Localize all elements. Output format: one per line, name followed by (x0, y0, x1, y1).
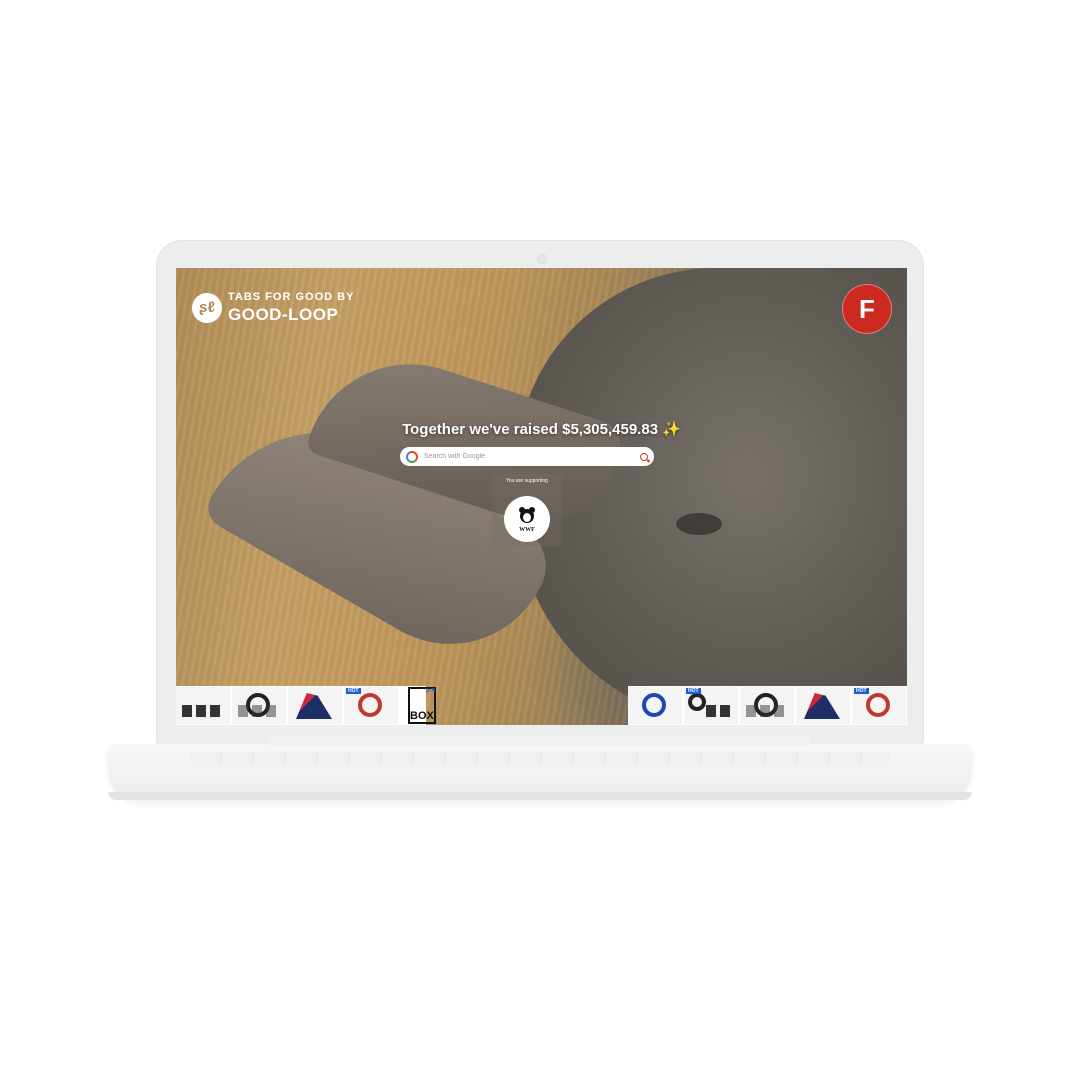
raised-total-headline: Together we've raised $5,305,459.83 ✨ (176, 420, 907, 438)
ad-banner-right[interactable]: HOT HOT (628, 686, 907, 725)
hot-badge: HOT (854, 688, 869, 694)
hot-badge: HOT (686, 688, 701, 694)
webcam (537, 254, 547, 264)
ad-product-wheel[interactable] (232, 687, 286, 724)
ad-product-pedals[interactable] (176, 687, 230, 724)
good-loop-logo-icon: ʂℓ (192, 292, 222, 323)
ad-product-pedals-hot[interactable]: HOT (684, 687, 738, 724)
background-rhino-eye (676, 513, 722, 535)
charity-card[interactable]: You are supporting WWF (492, 474, 562, 546)
laptop-base-edge (108, 792, 972, 800)
charity-card-label: You are supporting (506, 478, 548, 484)
search-input[interactable] (424, 449, 640, 464)
search-icon[interactable] (640, 452, 648, 461)
brand-name: GOOD-LOOP (228, 305, 339, 324)
ad-product-wheel-hot[interactable]: HOT (852, 687, 906, 724)
adchoices-icon[interactable]: ▷✕ (426, 687, 436, 694)
sparkle-icon: ✨ (662, 421, 681, 438)
ad-product-seat[interactable] (288, 687, 342, 724)
brand-logo-link[interactable]: ʂℓ TABS FOR GOOD BY GOOD-LOOP (192, 292, 354, 323)
laptop-keyboard (190, 752, 890, 766)
google-search-bar[interactable] (400, 447, 654, 466)
google-logo-icon (406, 450, 418, 463)
ad-banner-left[interactable]: HOT BOX ▷✕ (176, 686, 436, 725)
brand-text: TABS FOR GOOD BY GOOD-LOOP (228, 291, 355, 324)
wwf-panda-icon (517, 506, 537, 526)
laptop-hinge (268, 736, 810, 746)
ad-product-seat[interactable] (796, 687, 850, 724)
charity-name: WWF (519, 526, 535, 533)
brand-tagline: TABS FOR GOOD BY (228, 291, 355, 303)
ad-product-wheel-blue[interactable] (628, 687, 682, 724)
ad-brand-text: BOX (410, 710, 434, 722)
raised-total-text: Together we've raised $5,305,459.83 (402, 421, 659, 438)
charity-logo[interactable]: WWF (504, 496, 550, 542)
ad-product-wheel-hot[interactable]: HOT (344, 687, 398, 724)
ad-brand-logo[interactable]: BOX ▷✕ (408, 687, 436, 724)
ad-product-wheel[interactable] (740, 687, 794, 724)
profile-avatar-button[interactable]: F (842, 284, 892, 334)
hot-badge: HOT (346, 688, 361, 694)
new-tab-page: ʂℓ TABS FOR GOOD BY GOOD-LOOP F Together… (176, 268, 907, 725)
